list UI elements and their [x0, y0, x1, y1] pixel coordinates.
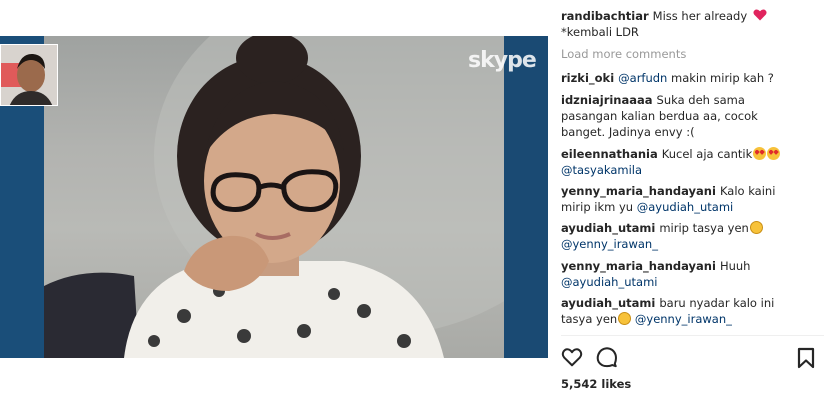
skype-watermark: skype: [468, 48, 537, 73]
heart-eyes-emoji-icon: [767, 147, 781, 160]
grin-emoji-icon: [749, 221, 763, 234]
comment-item: ayudiah_utami mirip tasya yen @yenny_iraw…: [561, 220, 793, 252]
mention-link[interactable]: @ayudiah_utami: [561, 275, 657, 289]
comment-item: yenny_maria_handayani Kalo kaini mirip ik…: [561, 183, 793, 215]
mention-link[interactable]: @yenny_irawan_: [561, 237, 658, 251]
likes-count[interactable]: 5,542 likes: [561, 377, 631, 391]
comment-item: idzniajrinaaaa Suka deh sama pasangan kal…: [561, 92, 793, 140]
comment-author-link[interactable]: idzniajrinaaaa: [561, 93, 653, 107]
comments-panel: randibachtiar Miss her already *kembali L…: [561, 0, 824, 401]
video-call-frame: [44, 36, 504, 358]
comment-item: yenny_maria_handayani Huuh @ayudiah_utami: [561, 258, 793, 290]
comment-item: eileennathania Kucel aja cantik @tasyakam…: [561, 146, 793, 178]
woman-video-image: [44, 36, 504, 358]
comment-author-link[interactable]: rizki_oki: [561, 71, 614, 85]
caption-author-link[interactable]: randibachtiar: [561, 9, 649, 23]
comment-text: mirip tasya yen: [659, 221, 749, 235]
heart-icon: [753, 9, 767, 21]
speech-bubble-icon[interactable]: [596, 346, 618, 368]
caption-text-line2: *kembali LDR: [561, 25, 639, 39]
post-media: skype: [0, 36, 548, 358]
grin-emoji-icon: [618, 312, 632, 325]
comment-item: ayudiah_utami baru nyadar kalo ini tasya …: [561, 295, 793, 327]
caption-text: Miss her already: [652, 9, 748, 23]
post-actions-bar: [561, 346, 824, 370]
man-pip-image: [1, 45, 57, 105]
comment-text: Huuh: [719, 259, 751, 273]
mention-link[interactable]: @arfudn: [618, 71, 667, 85]
comment-author-link[interactable]: yenny_maria_handayani: [561, 184, 716, 198]
comment-author-link[interactable]: yenny_maria_handayani: [561, 259, 716, 273]
comment-text: makin mirip kah ?: [671, 71, 774, 85]
comment-author-link[interactable]: ayudiah_utami: [561, 221, 655, 235]
load-more-comments-link[interactable]: Load more comments: [561, 47, 686, 61]
comment-author-link[interactable]: eileennathania: [561, 147, 658, 161]
actions-divider: [561, 335, 824, 336]
heart-outline-icon[interactable]: [561, 346, 583, 368]
post-caption: randibachtiar Miss her already *kembali L…: [561, 8, 793, 40]
heart-eyes-emoji-icon: [753, 147, 767, 160]
media-right-bar: [504, 36, 548, 358]
comment-author-link[interactable]: ayudiah_utami: [561, 296, 655, 310]
mention-link[interactable]: @ayudiah_utami: [637, 200, 733, 214]
mention-link[interactable]: @yenny_irawan_: [635, 312, 732, 326]
pip-self-view: [0, 44, 58, 106]
comment-item: rizki_oki @arfudn makin mirip kah ?: [561, 70, 793, 86]
comment-text: Kucel aja cantik: [661, 147, 753, 161]
bookmark-icon[interactable]: [797, 347, 815, 369]
mention-link[interactable]: @tasyakamila: [561, 163, 642, 177]
